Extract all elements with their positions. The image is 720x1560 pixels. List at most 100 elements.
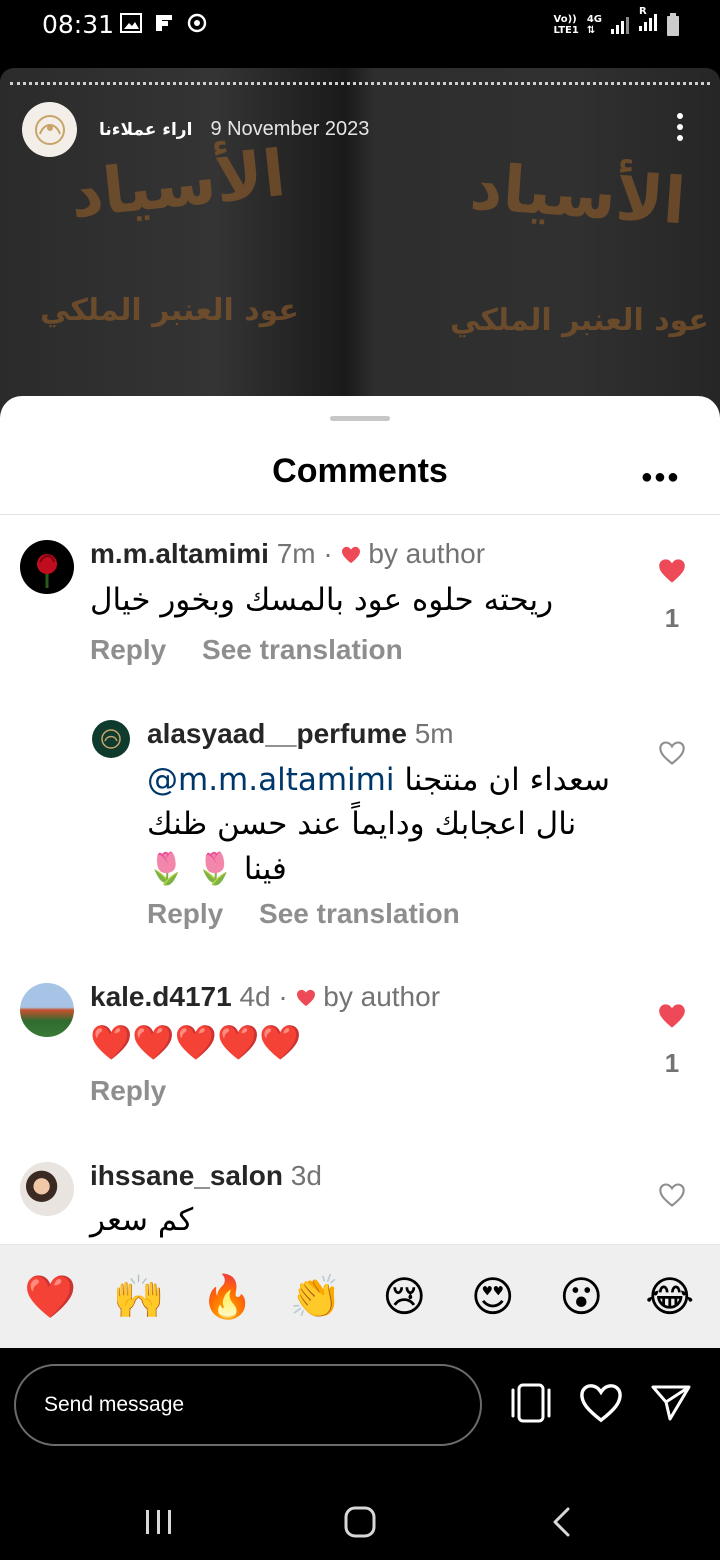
avatar[interactable] [92,720,130,758]
sync-icon [187,13,207,33]
story-bg-caption-right: عود العنبر الملكي [450,303,709,338]
comment-actions: Reply See translation [90,634,431,666]
story-date: 9 November 2023 [210,118,370,140]
status-bar: 08:31 Vo)) LTE1 4G ⇅ R [0,0,720,52]
comment-time: 4d [239,981,271,1012]
comment-actions: Reply See translation [147,898,488,930]
signal-icon [611,16,629,34]
avatar[interactable] [20,540,74,594]
emoji-reaction-bar: ❤️ 🙌 🔥 👏 😢 😍 😮 😂 [0,1244,720,1348]
home-icon[interactable] [344,1506,376,1538]
heart-filled-icon[interactable] [658,1003,686,1029]
liked-by-author: by author [368,538,486,569]
emoji-fire-button[interactable]: 🔥 [197,1275,257,1318]
comment-time: 3d [290,1160,322,1191]
story-bg-caption-left: عود العنبر الملكي [40,293,299,328]
emoji-clap-button[interactable]: 👏 [286,1275,346,1318]
sheet-more-icon[interactable]: ●●● [641,466,680,489]
separator: · [278,981,288,1012]
roaming-signal: R [638,6,658,37]
divider [0,514,720,515]
reply-button[interactable]: Reply [147,898,223,929]
see-translation-button[interactable]: See translation [202,634,403,665]
bottom-bar: Send message [0,1348,720,1560]
story-media: الأسياد عود العنبر الملكي الأسياد عود ال… [0,68,720,448]
comment-time: 7m [276,538,316,569]
comment-header: kale.d4171 4d · by author [90,981,440,1013]
comment-username[interactable]: ihssane_salon [90,1160,283,1191]
sheet-drag-handle[interactable] [330,416,390,421]
send-message-input[interactable]: Send message [14,1364,482,1446]
comment-username[interactable]: m.m.altamimi [90,538,269,569]
comment-username[interactable]: kale.d4171 [90,981,232,1012]
back-icon[interactable] [550,1506,574,1538]
comment-header: alasyaad__perfume 5m [147,718,454,750]
avatar[interactable] [20,1162,74,1216]
volte-indicator: Vo)) LTE1 [553,13,579,36]
send-icon[interactable] [650,1382,692,1424]
comment-text: ريحته حلوه عود بالمسك وبخور خيال [90,582,554,618]
story-header: اراء عملاءنا 9 November 2023 [22,102,369,157]
comment-text-line: @m.m.altamimi سعداء ان منتجنا [147,762,610,798]
comment-header: m.m.altamimi 7m · by author [90,538,485,570]
story-avatar[interactable] [22,102,77,157]
comment-text: سعداء ان منتجنا [404,762,610,798]
reply-button[interactable]: Reply [90,1075,166,1106]
android-nav-bar [0,1488,720,1560]
emoji-surprised-button[interactable]: 😮 [551,1275,611,1318]
comment-text: ❤️❤️❤️❤️❤️ [90,1023,302,1063]
comment-text: كم سعر [90,1202,194,1238]
heart-filled-icon[interactable] [658,558,686,584]
carousel-icon[interactable] [508,1382,554,1424]
separator: · [323,538,333,569]
comments-sheet: Comments ●●● m.m.altamimi 7m · by author… [0,396,720,1348]
emoji-crying-button[interactable]: 😢 [374,1275,434,1318]
story-username[interactable]: اراء عملاءنا [99,120,192,140]
comment-username[interactable]: alasyaad__perfume [147,718,407,749]
battery-icon [667,12,679,36]
notification-icons [120,12,208,34]
comment-actions: Reply [90,1075,194,1107]
comment-time: 5m [414,718,454,749]
more-options-icon[interactable] [676,112,684,142]
like-column: 1 [652,558,692,634]
see-translation-button[interactable]: See translation [259,898,460,929]
heart-outline-icon[interactable] [658,740,686,766]
comment-item: kale.d4171 4d · by author ❤️❤️❤️❤️❤️ Rep… [0,981,720,1121]
like-count: 1 [664,603,680,633]
like-column: 1 [652,1003,692,1079]
like-count: 1 [664,1048,680,1078]
like-column [652,740,692,771]
mention-link[interactable]: @m.m.altamimi [147,762,395,798]
rose-avatar-icon [37,554,57,588]
author-heart-icon [296,989,315,1007]
liked-by-author: by author [323,981,441,1012]
status-time: 08:31 [42,10,115,39]
like-column [652,1182,692,1213]
emoji-heart-eyes-button[interactable]: 😍 [463,1275,523,1318]
gallery-icon [120,13,142,33]
data-indicator: 4G ⇅ [586,13,602,36]
emoji-raised-hands-button[interactable]: 🙌 [109,1275,169,1318]
sheet-title: Comments [272,452,448,490]
heart-outline-icon[interactable] [658,1182,686,1208]
reply-button[interactable]: Reply [90,634,166,665]
comment-item: m.m.altamimi 7m · by author ريحته حلوه ع… [0,536,720,686]
emoji-heart-button[interactable]: ❤️ [20,1275,80,1318]
comment-header: ihssane_salon 3d [90,1160,322,1192]
heart-outline-icon[interactable] [578,1382,624,1424]
author-heart-icon [341,546,360,564]
brand-logo-icon [34,114,65,145]
reply-item: alasyaad__perfume 5m @m.m.altamimi سعداء… [0,716,720,946]
recent-apps-icon[interactable] [144,1508,174,1536]
story-progress-bar [10,82,710,85]
flipboard-icon [156,15,172,31]
comment-text: نال اعجابك ودايماً عند حسن ظنك [147,806,577,842]
emoji-laughing-button[interactable]: 😂 [640,1275,700,1318]
brand-logo-icon [101,729,121,749]
comment-text: فينا 🌷 🌷 [147,851,287,887]
system-icons: Vo)) LTE1 4G ⇅ R [553,6,681,37]
comment-item: ihssane_salon 3d كم سعر [0,1160,720,1250]
avatar[interactable] [20,983,74,1037]
story-bg-logo-right: الأسياد [467,150,688,240]
